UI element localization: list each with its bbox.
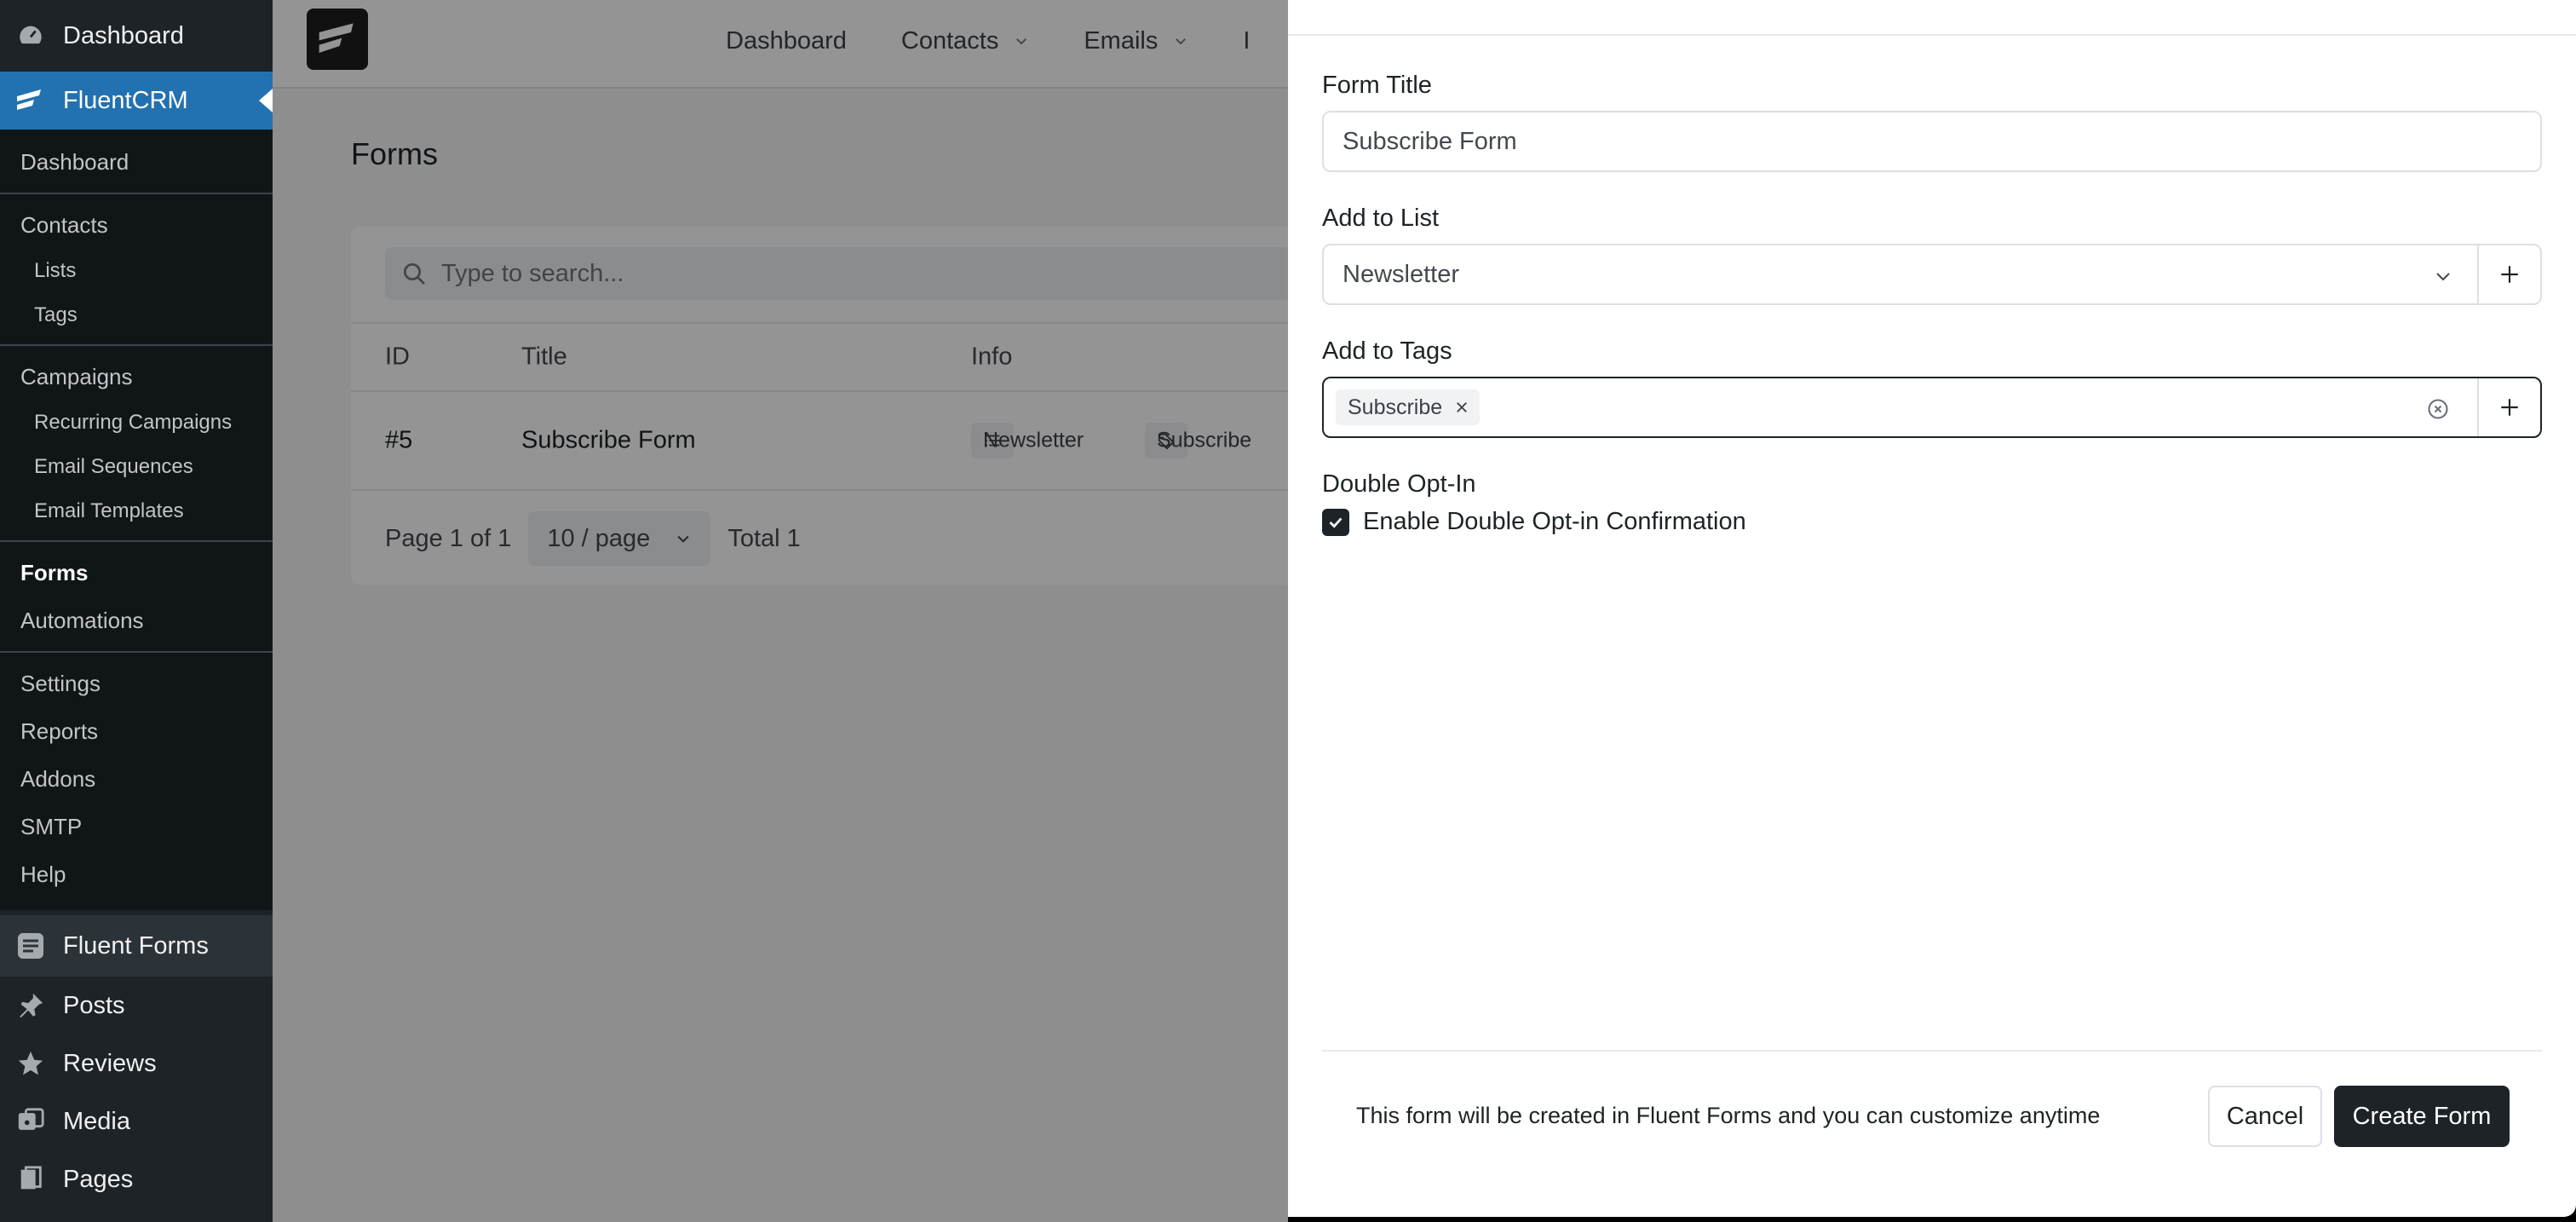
submenu-divider <box>0 344 273 346</box>
submenu-automations[interactable]: Automations <box>0 597 273 644</box>
submenu-divider <box>0 651 273 653</box>
form-title-value: Subscribe Form <box>1343 127 1517 155</box>
submenu-contacts[interactable]: Contacts <box>0 201 273 249</box>
submenu-email-sequences[interactable]: Email Sequences <box>0 445 273 489</box>
chevron-down-icon <box>2436 273 2450 281</box>
submenu-reports[interactable]: Reports <box>0 707 273 755</box>
submenu-help[interactable]: Help <box>0 850 273 898</box>
add-to-tags-field: Subscribe <box>1322 377 2542 438</box>
fluentcrm-main: Dashboard Contacts Emails I Forms Type t… <box>273 0 1288 1222</box>
submenu-divider <box>0 193 273 194</box>
wp-menu-posts-label: Posts <box>63 991 125 1019</box>
fluent-forms-icon <box>15 931 46 961</box>
double-optin-checkbox-label[interactable]: Enable Double Opt-in Confirmation <box>1363 508 1746 536</box>
plus-icon <box>2501 266 2518 283</box>
wp-menu-reviews[interactable]: Reviews <box>0 1035 273 1092</box>
footer-note: This form will be created in Fluent Form… <box>1356 1103 2101 1128</box>
pages-icon <box>15 1164 46 1195</box>
submenu-dashboard[interactable]: Dashboard <box>0 138 273 186</box>
media-icon <box>15 1106 46 1137</box>
wp-menu-reviews-label: Reviews <box>63 1049 157 1077</box>
close-icon[interactable] <box>1454 400 1469 415</box>
add-to-list-value: Newsletter <box>1343 260 1459 288</box>
drawer-header-divider <box>1288 34 2576 36</box>
wp-lower-menu: Fluent Forms Posts Reviews Media Pages <box>0 915 273 1208</box>
add-list-button[interactable] <box>2477 245 2540 303</box>
plus-icon <box>2501 399 2518 416</box>
wp-menu-pages[interactable]: Pages <box>0 1150 273 1208</box>
wp-menu-dashboard-label: Dashboard <box>63 21 184 49</box>
selected-tag-label: Subscribe <box>1348 395 1443 419</box>
submenu-settings[interactable]: Settings <box>0 660 273 707</box>
double-optin-row: Enable Double Opt-in Confirmation <box>1322 508 1746 536</box>
selected-tag: Subscribe <box>1336 389 1481 425</box>
star-icon <box>15 1048 46 1079</box>
add-to-list-select[interactable]: Newsletter <box>1324 245 2477 303</box>
dashboard-gauge-icon <box>15 20 46 51</box>
wp-menu-fluent-forms-label: Fluent Forms <box>63 931 209 960</box>
submenu-email-templates[interactable]: Email Templates <box>0 489 273 533</box>
submenu-addons[interactable]: Addons <box>0 755 273 803</box>
submenu-smtp[interactable]: SMTP <box>0 803 273 850</box>
wp-menu-media[interactable]: Media <box>0 1092 273 1150</box>
double-optin-label: Double Opt-In <box>1322 470 1476 498</box>
wp-menu-pages-label: Pages <box>63 1165 134 1193</box>
fluentcrm-submenu: Dashboard Contacts Lists Tags Campaigns … <box>0 130 273 910</box>
create-form-button[interactable]: Create Form <box>2334 1086 2510 1147</box>
create-form-drawer: Form Title Subscribe Form Add to List Ne… <box>1288 0 2576 1217</box>
wp-admin-sidebar: Dashboard FluentCRM Dashboard Contacts L… <box>0 0 273 1222</box>
double-optin-checkbox[interactable] <box>1322 508 1349 536</box>
wp-menu-fluentcrm[interactable]: FluentCRM <box>0 72 273 130</box>
form-title-label: Form Title <box>1322 72 1432 99</box>
add-to-tags-label: Add to Tags <box>1322 337 1452 365</box>
fluentcrm-logo-icon <box>15 85 46 116</box>
clear-circle-icon[interactable] <box>2426 397 2450 421</box>
add-to-list-field: Newsletter <box>1322 244 2542 305</box>
modal-backdrop[interactable] <box>273 0 1288 1222</box>
wp-menu-fluentcrm-label: FluentCRM <box>63 86 188 114</box>
wp-menu-posts[interactable]: Posts <box>0 977 273 1035</box>
add-to-list-label: Add to List <box>1322 205 1440 232</box>
submenu-recurring-campaigns[interactable]: Recurring Campaigns <box>0 401 273 445</box>
footer-divider <box>1322 1050 2542 1052</box>
form-title-input[interactable]: Subscribe Form <box>1322 111 2542 172</box>
submenu-tags[interactable]: Tags <box>0 293 273 337</box>
add-to-tags-select[interactable]: Subscribe <box>1324 378 2477 436</box>
submenu-forms[interactable]: Forms <box>0 549 273 597</box>
pushpin-icon <box>15 990 46 1021</box>
wp-menu-fluent-forms[interactable]: Fluent Forms <box>0 915 273 977</box>
submenu-divider <box>0 540 273 542</box>
submenu-campaigns[interactable]: Campaigns <box>0 353 273 401</box>
add-tag-button[interactable] <box>2477 378 2540 436</box>
wp-menu-media-label: Media <box>63 1107 130 1135</box>
wp-menu-dashboard[interactable]: Dashboard <box>0 0 273 72</box>
cancel-button[interactable]: Cancel <box>2208 1086 2322 1147</box>
submenu-lists[interactable]: Lists <box>0 249 273 293</box>
checkmark-icon <box>1329 516 1343 528</box>
